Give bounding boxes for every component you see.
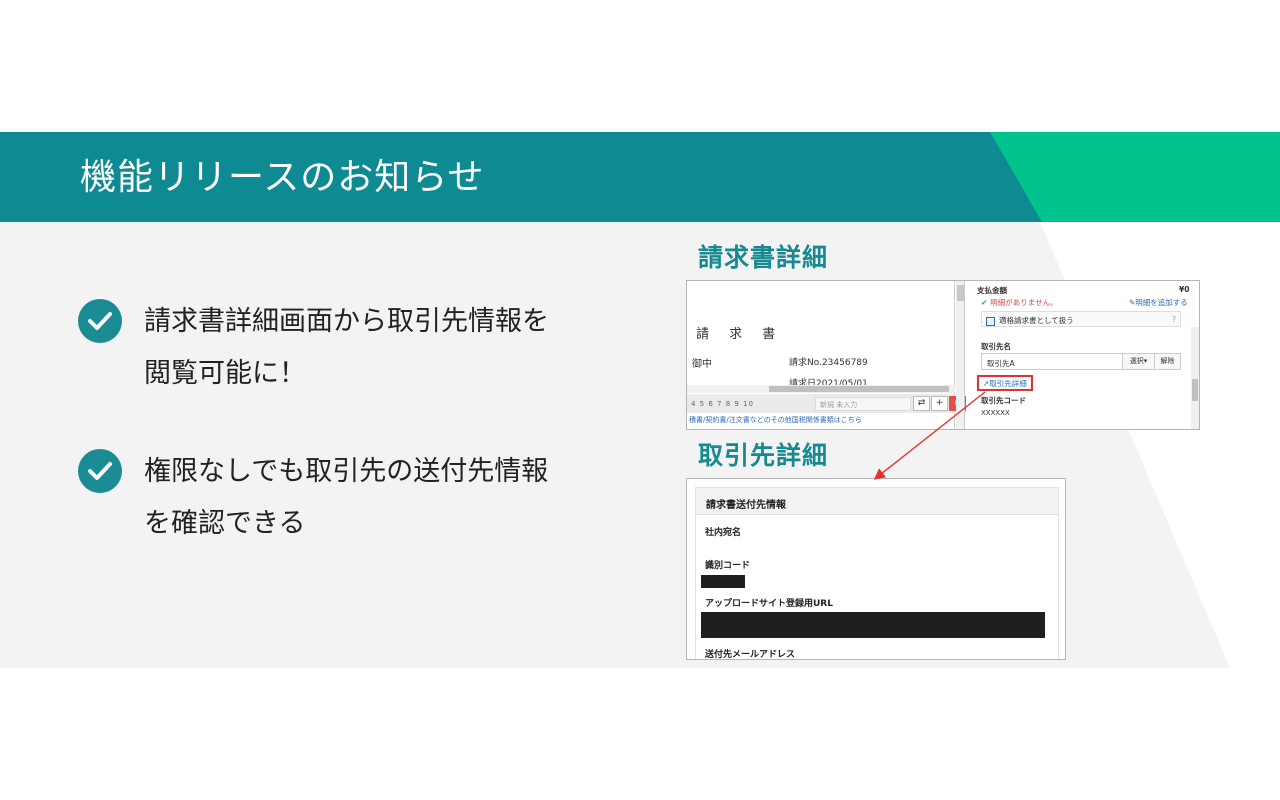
pointer-arrow: [873, 391, 986, 480]
